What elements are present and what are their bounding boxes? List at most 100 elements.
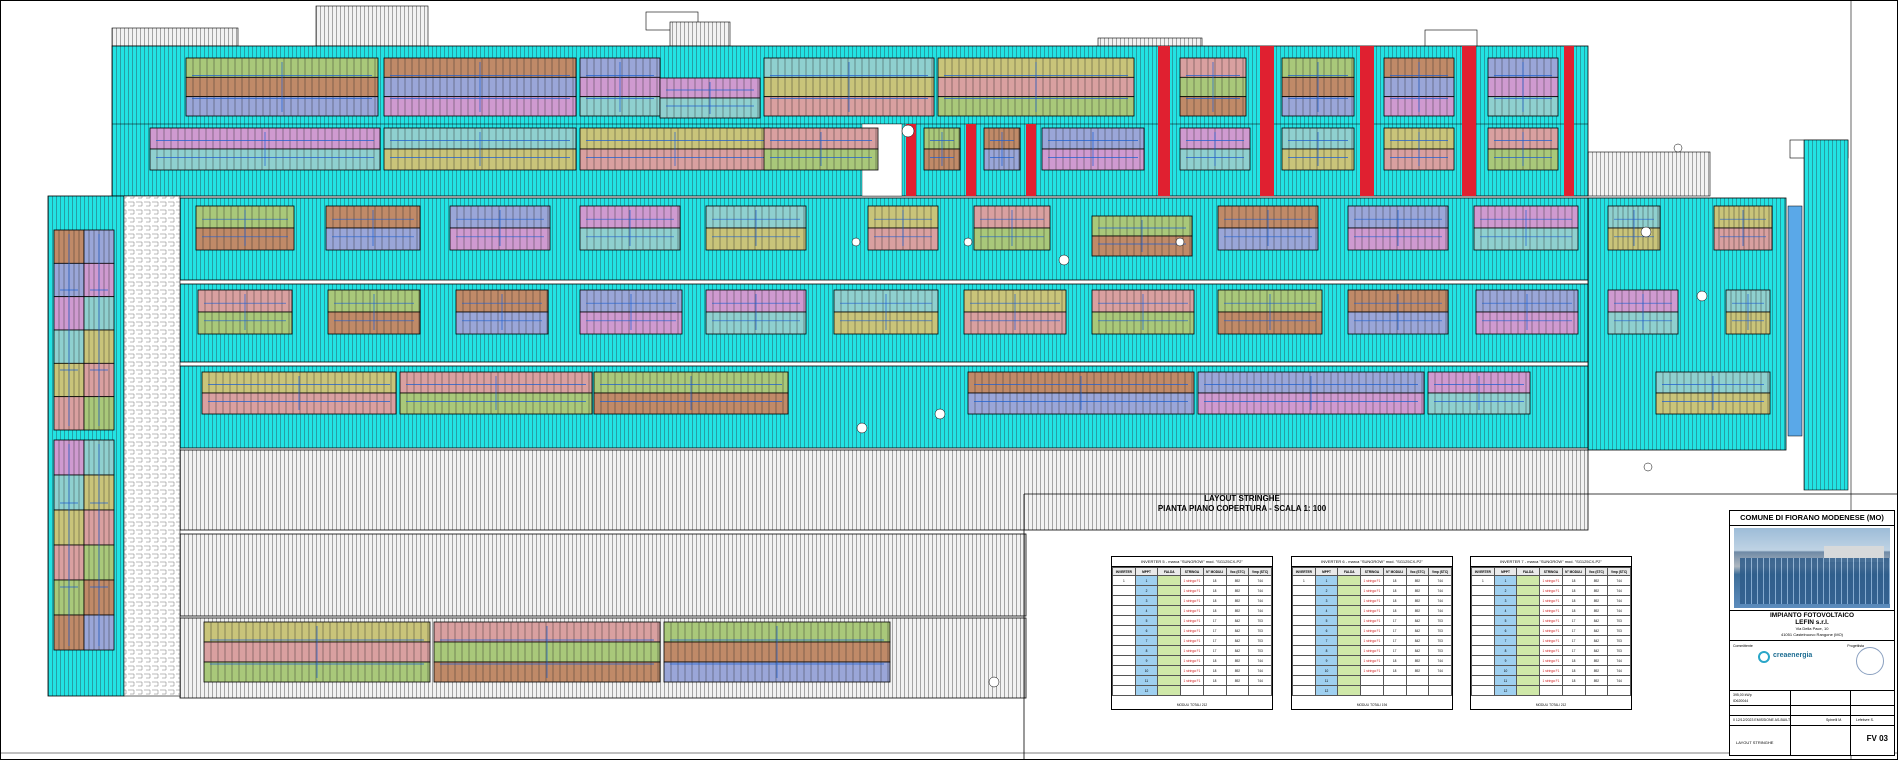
table-cell: 1 stringa F1 xyxy=(1539,645,1563,656)
table-cell: 892 xyxy=(1225,665,1250,676)
client-name: LEFIN s.r.l. xyxy=(1795,619,1829,626)
table-cell: 892 xyxy=(1405,655,1430,666)
table-row: 5 1 stringa F1 17 842 703 xyxy=(1292,615,1452,626)
project-title: IMPIANTO FOTOVOLTAICO xyxy=(1730,610,1894,619)
table-cell xyxy=(1157,575,1182,586)
table-cell: 892 xyxy=(1584,585,1609,596)
table-cell xyxy=(1561,685,1586,696)
job-code: ID620044 xyxy=(1733,699,1749,703)
table-cell: 17 xyxy=(1202,615,1227,626)
table-cell xyxy=(1428,685,1452,696)
table-cell: 7 xyxy=(1493,635,1518,646)
drawing-title-line1: LAYOUT STRINGHE xyxy=(1204,494,1280,503)
table-row: 8 1 stringa F1 17 842 703 xyxy=(1112,645,1272,656)
table-cell: 842 xyxy=(1405,635,1430,646)
table-cell: 17 xyxy=(1202,635,1227,646)
table-cell: 1 stringa F1 xyxy=(1539,605,1563,616)
table-cell xyxy=(1516,655,1541,666)
table-cell: 744 xyxy=(1248,595,1272,606)
table-cell xyxy=(1382,675,1407,686)
table-cell: 1 stringa F1 xyxy=(1360,595,1384,606)
table-cell: 1 stringa F1 xyxy=(1539,655,1563,666)
designer-row: Committente creaenergia Progettista xyxy=(1730,640,1894,681)
table-cell: 892 xyxy=(1405,595,1430,606)
table-row: 2 1 stringa F1 18 892 744 xyxy=(1112,585,1272,596)
table-cell xyxy=(1471,665,1495,676)
table-cell: 9 xyxy=(1134,655,1159,666)
table-row: 11 1 stringa F118892744 xyxy=(1112,675,1272,686)
table-header-cell: Vmp (STC) xyxy=(1428,567,1452,576)
table-row: 10 1 stringa F1 18 892 744 xyxy=(1471,665,1631,676)
table-cell xyxy=(1248,685,1272,696)
table-cell: 11 xyxy=(1493,675,1518,686)
table-cell: 10 xyxy=(1493,665,1518,676)
table-cell xyxy=(1471,635,1495,646)
table-row: 7 1 stringa F1 17 842 703 xyxy=(1471,635,1631,646)
table-cell: 703 xyxy=(1428,635,1452,646)
table-cell xyxy=(1337,645,1362,656)
table-row: 9 1 stringa F1 18 892 744 xyxy=(1292,655,1452,666)
table-cell: 17 xyxy=(1382,645,1407,656)
table-cell xyxy=(1337,685,1362,696)
photo-pv-roof xyxy=(1740,558,1890,604)
table-cell: 5 xyxy=(1134,615,1159,626)
table-cell xyxy=(1157,675,1182,686)
inverter-table-5: INVERTER 5 - marca "SUNGROW" mod. "SG125… xyxy=(1111,556,1273,710)
sheet-code: FV 03 xyxy=(1866,734,1888,743)
table-header-cell: N° MODULI xyxy=(1561,567,1586,576)
inverter-table-7: INVERTER 7 - marca "SUNGROW" mod. "SG125… xyxy=(1470,556,1632,710)
table-cell: 1 xyxy=(1493,575,1518,586)
table-cell: 1 stringa F1 xyxy=(1180,605,1204,616)
table-cell: 18 xyxy=(1382,665,1407,676)
table-header-cell: Vmp (STC) xyxy=(1248,567,1272,576)
table-cell: 18 xyxy=(1561,585,1586,596)
table-cell: 12 xyxy=(1134,685,1159,696)
table-cell: 1 stringa F1 xyxy=(1360,625,1384,636)
table-cell xyxy=(1471,605,1495,616)
table-cell xyxy=(1112,615,1136,626)
table-cell: 1 stringa F1 xyxy=(1539,625,1563,636)
table-row: 11 1 stringa F118892744 xyxy=(1112,575,1272,586)
table-cell: 5 xyxy=(1314,615,1339,626)
table-cell xyxy=(1471,585,1495,596)
table-cell: 1 stringa F1 xyxy=(1180,625,1204,636)
table-cell: 892 xyxy=(1584,655,1609,666)
table-cell xyxy=(1337,575,1362,586)
table-cell: 892 xyxy=(1584,575,1609,586)
table-cell xyxy=(1157,625,1182,636)
table-cell: 744 xyxy=(1248,665,1272,676)
table-cell: 842 xyxy=(1584,625,1609,636)
table-cell xyxy=(1471,675,1495,686)
table-cell: 18 xyxy=(1382,655,1407,666)
table-cell: 744 xyxy=(1607,655,1631,666)
table-cell: 17 xyxy=(1561,625,1586,636)
table-cell: 4 xyxy=(1134,605,1159,616)
table-cell xyxy=(1112,655,1136,666)
table-cell: 892 xyxy=(1584,605,1609,616)
table-cell: 1 stringa F1 xyxy=(1180,615,1204,626)
table-header-cell: MPPT xyxy=(1493,567,1518,576)
table-cell: 1 stringa F1 xyxy=(1360,615,1384,626)
table-cell xyxy=(1405,675,1430,686)
table-row: 10 1 stringa F1 18 892 744 xyxy=(1292,665,1452,676)
revision-row: 0 12/12/2023 EMISSIONE AS-BUILT xyxy=(1733,718,1791,722)
table-cell: 703 xyxy=(1428,625,1452,636)
table-cell xyxy=(1225,685,1250,696)
table-cell: 9 xyxy=(1314,655,1339,666)
table-cell: 892 xyxy=(1225,655,1250,666)
table-cell: 744 xyxy=(1428,605,1452,616)
table-header-cell: FALDA xyxy=(1516,567,1541,576)
table-row: 7 1 stringa F1 17 842 703 xyxy=(1112,635,1272,646)
table-cell: 892 xyxy=(1405,605,1430,616)
table-cell xyxy=(1292,605,1316,616)
logo-text: creaenergia xyxy=(1773,652,1813,659)
table-cell: 744 xyxy=(1428,655,1452,666)
table-cell: 17 xyxy=(1561,645,1586,656)
table-row: 11 xyxy=(1292,675,1452,686)
table-cell: 18 xyxy=(1561,605,1586,616)
table-cell: 18 xyxy=(1202,605,1227,616)
table-cell: 3 xyxy=(1493,595,1518,606)
table-cell xyxy=(1157,685,1182,696)
table-cell: 892 xyxy=(1584,675,1609,686)
table-cell: 11 xyxy=(1134,675,1159,686)
